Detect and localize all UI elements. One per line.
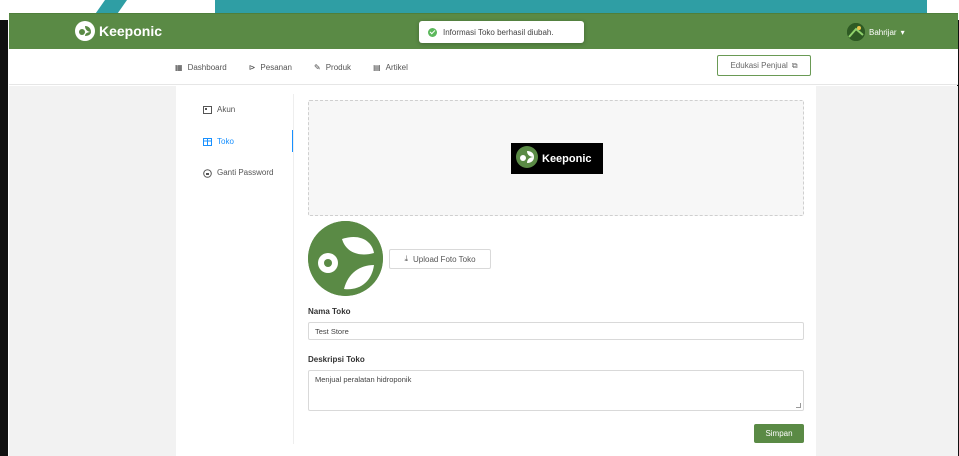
store-photo — [308, 221, 383, 296]
store-description-label: Deskripsi Toko — [308, 355, 365, 364]
nav-item-label: Produk — [325, 62, 352, 72]
store-description-textarea[interactable]: Menjual peralatan hidroponik — [308, 370, 804, 411]
sidebar-item-toko[interactable]: Toko — [203, 137, 234, 146]
sidebar-item-label: Toko — [217, 137, 234, 146]
store-description-value: Menjual peralatan hidroponik — [315, 375, 412, 384]
success-toast: Informasi Toko berhasil diubah. — [419, 21, 584, 43]
store-icon — [203, 137, 212, 146]
account-icon — [203, 105, 212, 114]
user-name: Bahrijar — [869, 27, 897, 37]
save-button[interactable]: Simpan — [754, 424, 804, 443]
keeponic-logo-icon — [516, 146, 538, 171]
store-name-label: Nama Toko — [308, 307, 351, 316]
nav-item-label: Pesanan — [260, 62, 292, 72]
article-icon: ▤ — [373, 62, 381, 72]
sidebar-item-akun[interactable]: Akun — [203, 105, 235, 114]
edit-icon: ✎ — [314, 62, 321, 72]
keeponic-logo-icon — [75, 21, 95, 41]
brand-name: Keeponic — [99, 23, 163, 39]
nav-item-pesanan[interactable]: ⊳ Pesanan — [249, 63, 292, 72]
store-name-input[interactable]: Test Store — [308, 322, 804, 340]
avatar — [847, 23, 865, 41]
check-circle-icon — [428, 27, 437, 37]
upload-store-photo-button[interactable]: ⤓ Upload Foto Toko — [389, 249, 491, 269]
store-banner-upload[interactable]: Keeponic — [308, 100, 804, 216]
main-menu: ▦ Dashboard ⊳ Pesanan ✎ Produk ▤ Artikel — [175, 49, 408, 85]
settings-card: Akun Toko Ganti Password Keeponic ⤓ Uplo… — [176, 86, 816, 456]
seller-education-button[interactable]: Edukasi Penjual ⧉ — [717, 55, 811, 76]
resize-handle-icon[interactable] — [796, 403, 801, 408]
brand[interactable]: Keeponic — [75, 21, 162, 41]
top-navbar: Keeponic Informasi Toko berhasil diubah.… — [9, 13, 958, 49]
sidebar-divider — [293, 94, 294, 444]
nav-item-artikel[interactable]: ▤ Artikel — [373, 63, 408, 72]
dashboard-icon: ▦ — [175, 62, 183, 72]
nav-item-label: Artikel — [385, 62, 408, 72]
orders-icon: ⊳ — [248, 62, 256, 72]
chevron-down-icon: ▾ — [900, 27, 905, 37]
settings-sidebar: Akun Toko Ganti Password — [176, 86, 294, 456]
nav-item-dashboard[interactable]: ▦ Dashboard — [175, 63, 227, 72]
upload-icon: ⤓ — [404, 254, 408, 263]
nav-item-produk[interactable]: ✎ Produk — [314, 63, 351, 72]
user-menu[interactable]: Bahrijar ▾ — [847, 23, 905, 41]
banner-logo-text: Keeponic — [542, 152, 592, 165]
sidebar-item-label: Ganti Password — [217, 168, 274, 177]
external-link-icon: ⧉ — [791, 60, 798, 70]
main-menu-bar: ▦ Dashboard ⊳ Pesanan ✎ Produk ▤ Artikel… — [9, 49, 958, 85]
lock-icon — [203, 168, 212, 178]
sidebar-item-label: Akun — [217, 105, 236, 114]
toast-message: Informasi Toko berhasil diubah. — [443, 27, 554, 37]
upload-button-label: Upload Foto Toko — [412, 254, 476, 264]
edu-button-label: Edukasi Penjual — [730, 61, 788, 70]
sidebar-item-ganti-password[interactable]: Ganti Password — [203, 168, 274, 178]
banner-logo: Keeponic — [511, 143, 603, 174]
nav-item-label: Dashboard — [187, 62, 227, 72]
